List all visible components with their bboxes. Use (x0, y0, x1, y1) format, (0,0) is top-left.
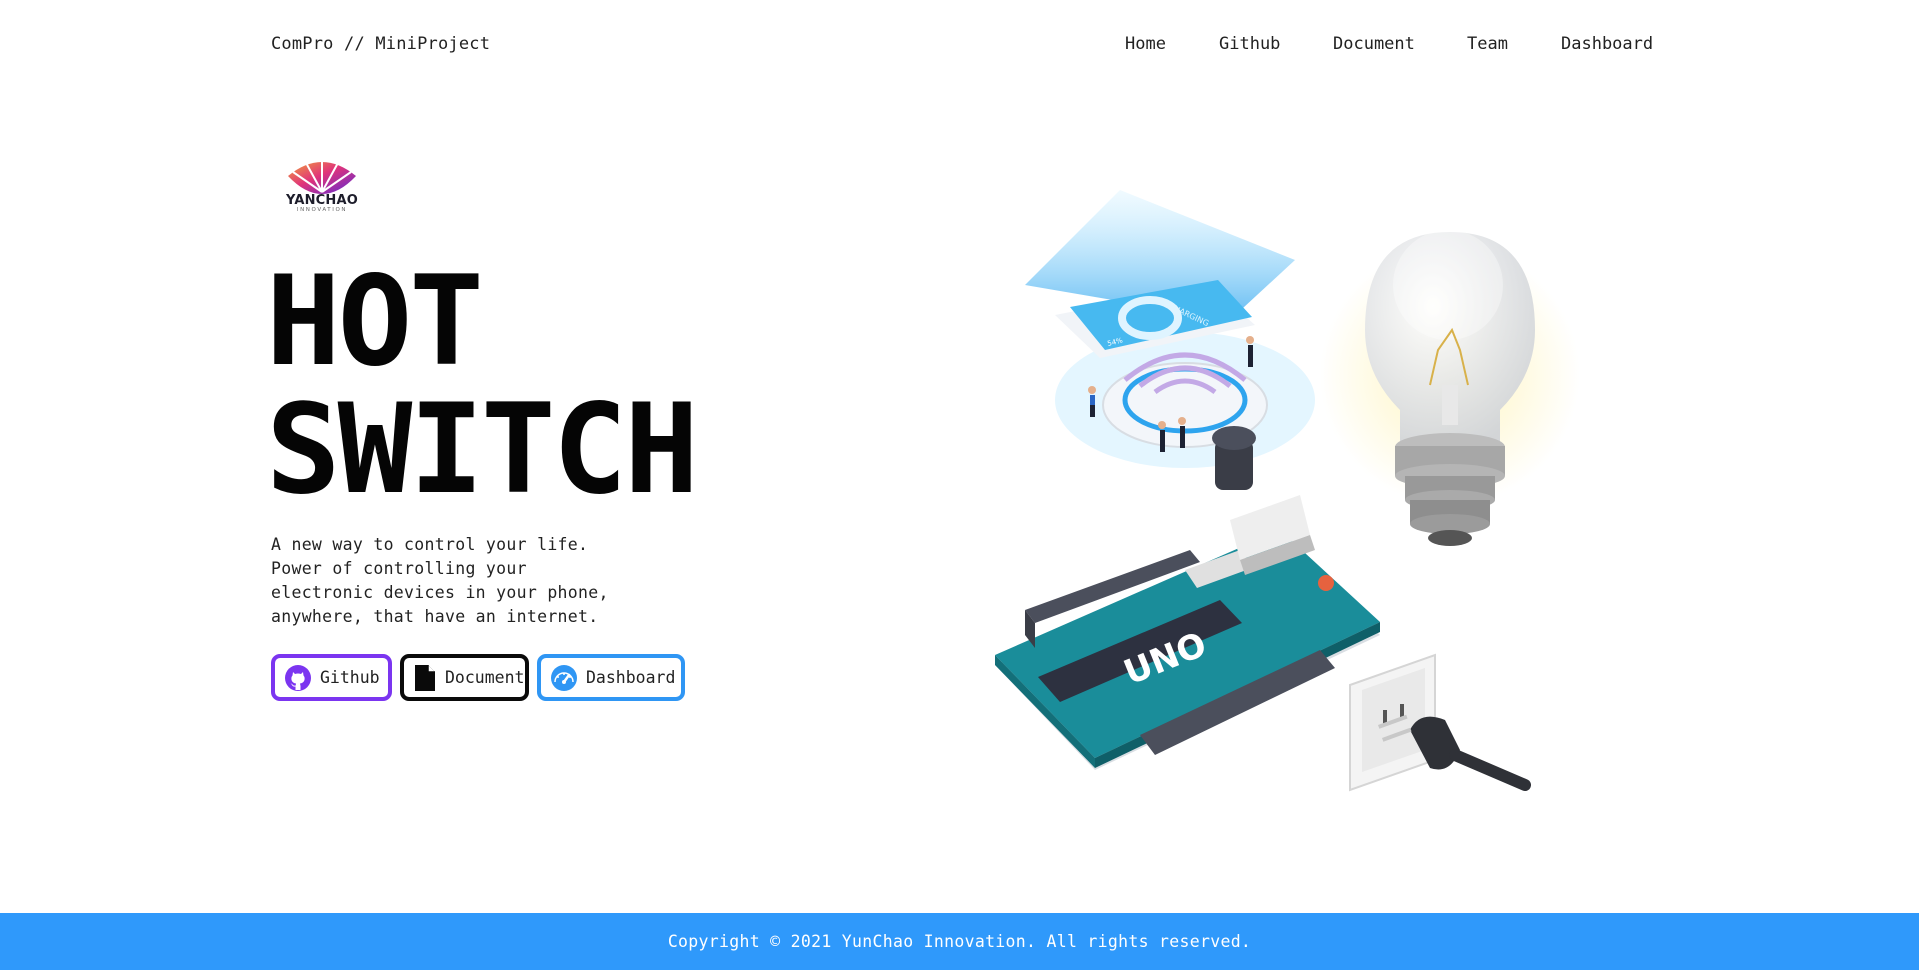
github-button-label: Github (320, 668, 380, 687)
nav-link-dashboard[interactable]: Dashboard (1561, 34, 1653, 54)
description-line: electronic devices in your phone, (271, 583, 609, 602)
nav-links: Home Github Document Team Dashboard (0, 34, 1919, 58)
logo-name: YANCHAO (285, 193, 359, 208)
iot-illustration: CHARGING 54% UNO (995, 190, 1580, 792)
description-line: Power of controlling your (271, 559, 527, 578)
phone-charging-group: CHARGING 54% (1025, 190, 1315, 468)
hero-description: A new way to control your life. Power of… (271, 533, 651, 629)
nav-link-document[interactable]: Document (1333, 34, 1415, 54)
top-nav: ComPro // MiniProject Home Github Docume… (0, 0, 1919, 90)
logo-subtitle: INNOVATION (296, 207, 348, 213)
document-button[interactable]: Document (400, 654, 529, 701)
copyright-text: Copyright © 2021 YunChao Innovation. All… (667, 932, 1252, 951)
github-icon (284, 664, 312, 692)
document-icon (413, 664, 437, 692)
dashboard-button[interactable]: Dashboard (537, 654, 685, 701)
nav-link-github[interactable]: Github (1219, 34, 1280, 54)
footer: Copyright © 2021 YunChao Innovation. All… (0, 913, 1919, 970)
description-line: A new way to control your life. (271, 535, 589, 554)
github-button[interactable]: Github (271, 654, 392, 701)
dashboard-button-label: Dashboard (586, 668, 676, 687)
light-bulb-group (1320, 230, 1580, 546)
hero-title-line: HOT (266, 250, 484, 394)
nav-link-home[interactable]: Home (1125, 34, 1166, 54)
document-button-label: Document (445, 668, 525, 687)
hero-title-line: SWITCH (266, 378, 699, 522)
arduino-board: UNO (995, 426, 1380, 770)
dashboard-icon (550, 664, 578, 692)
description-line: anywhere, that have an internet. (271, 607, 599, 626)
nav-link-team[interactable]: Team (1467, 34, 1508, 54)
hero-title: HOT SWITCH (266, 250, 699, 522)
outlet-plug-group (1349, 653, 1531, 792)
